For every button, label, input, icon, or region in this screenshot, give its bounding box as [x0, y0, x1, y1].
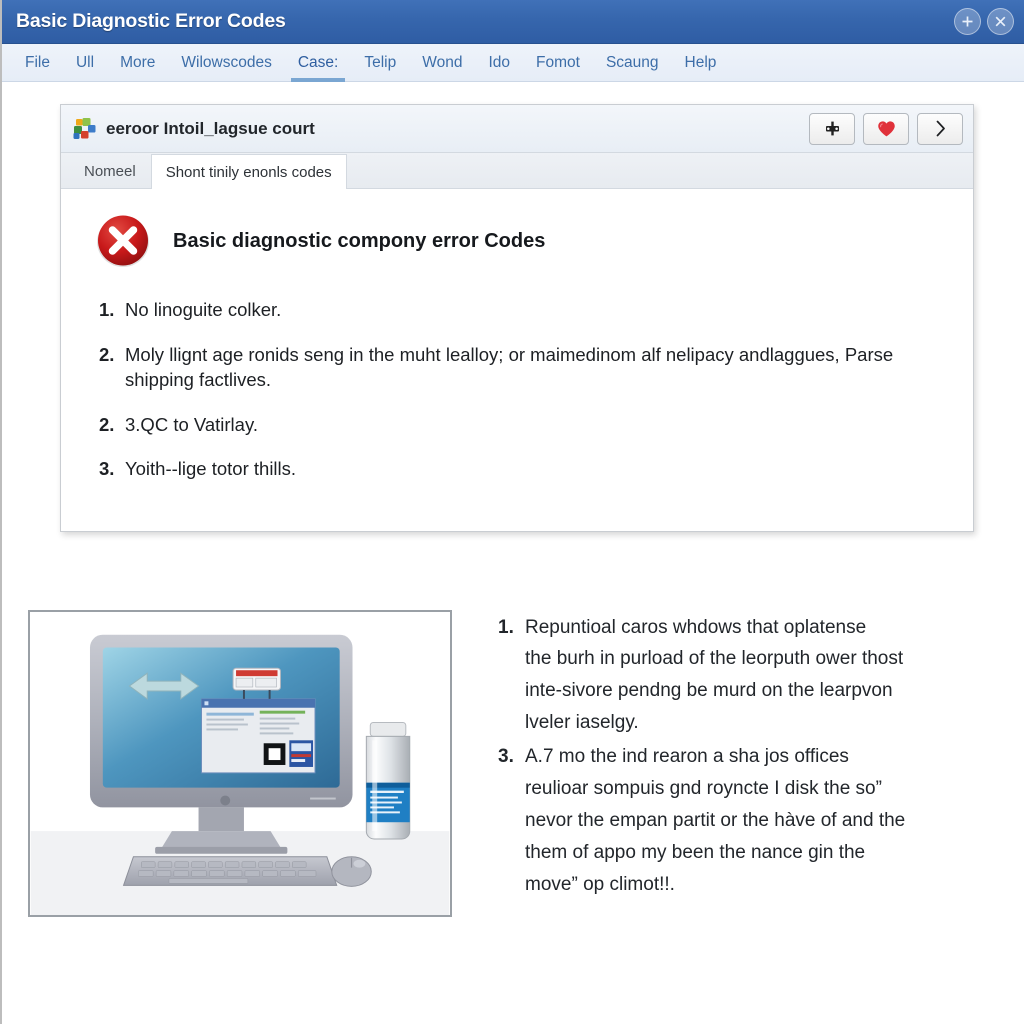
application-window: Basic Diagnostic Error Codes File Ull Mo… [0, 0, 1024, 1024]
list-item-text: 3.QC to Vatirlay. [125, 413, 258, 435]
list-item: 3. A.7 mo the ind rearon a sha jos offic… [498, 741, 974, 901]
list-item-number: 1. [498, 616, 514, 638]
window-title: Basic Diagnostic Error Codes [16, 10, 286, 32]
menu-item-ido[interactable]: Ido [475, 44, 523, 81]
settings-button[interactable] [809, 112, 855, 145]
supplement-bottle [365, 721, 411, 840]
list-item-number: 2. [99, 343, 115, 365]
gear-icon [825, 121, 839, 136]
panel-actions [809, 112, 963, 145]
chevron-right-icon [936, 120, 945, 137]
text-line: inte-sivore pendng be murd on the learpv… [525, 680, 893, 702]
list-item: 3. Yoith--lige totor thills. [99, 456, 945, 482]
text-line: them of appo my been the nance gin the [525, 841, 866, 863]
window-titlebar: Basic Diagnostic Error Codes [2, 0, 1024, 44]
tab-nomeel[interactable]: Nomeel [69, 153, 151, 188]
illustration-graphic [30, 611, 450, 915]
menu-item-case[interactable]: Case: [285, 44, 352, 82]
text-line: lveler iaselgy. [525, 712, 639, 734]
close-button[interactable] [987, 8, 1014, 35]
panel-tabstrip: Nomeel Shont tinily enonls codes [61, 153, 973, 189]
text-line: move” op climot!!. [525, 873, 675, 895]
list-item-text: Yoith--lige totor thills. [125, 458, 297, 480]
menu-item-telip[interactable]: Telip [351, 44, 409, 81]
list-item: 1. Repuntioal caros whdows that oplatens… [498, 612, 974, 740]
content-area: eeroor Intoil_lagsue court Nomeel Shont … [2, 82, 1024, 1024]
puzzle-pieces-icon [73, 117, 96, 139]
error-circle-x-icon [97, 215, 149, 267]
menu-item-ull[interactable]: Ull [63, 44, 107, 81]
list-item-number: 3. [99, 458, 115, 480]
error-list: 1. No linoguite colker. 2. Moly llignt a… [93, 297, 945, 482]
text-line: Repuntioal caros whdows that oplatense [525, 616, 867, 638]
menu-item-fomot[interactable]: Fomot [523, 44, 593, 81]
window-controls [954, 8, 1014, 35]
panel-body: Basic diagnostic compony error Codes 1. … [61, 189, 973, 531]
tab-shont-tinily-enonls-codes[interactable]: Shont tinily enonls codes [150, 154, 347, 189]
heart-icon [877, 120, 895, 136]
lower-text-block: 1. Repuntioal caros whdows that oplatens… [452, 610, 974, 917]
text-line: reulioar sompuis gnd royncte I disk the … [525, 778, 882, 800]
list-item-number: 2. [99, 413, 115, 435]
menu-item-file[interactable]: File [12, 44, 63, 81]
list-item-text: A.7 mo the ind rearon a sha jos offices … [525, 741, 974, 901]
menu-item-help[interactable]: Help [672, 44, 730, 81]
list-item-number: 3. [498, 746, 514, 768]
error-title: Basic diagnostic compony error Codes [173, 229, 546, 252]
panel-header: eeroor Intoil_lagsue court [61, 105, 973, 153]
text-line: nevor the empan partit or the hàve of an… [525, 810, 906, 832]
computer-monitor-illustration [28, 609, 452, 917]
menu-item-wond[interactable]: Wond [409, 44, 475, 81]
text-line: the burh in purload of the leorputh ower… [525, 648, 904, 670]
plus-button[interactable] [954, 8, 981, 35]
next-button[interactable] [917, 112, 963, 145]
plus-icon [962, 16, 973, 27]
favorite-button[interactable] [863, 112, 909, 145]
text-line: A.7 mo the ind rearon a sha jos offices [525, 746, 849, 768]
list-item-text: Repuntioal caros whdows that oplatense t… [525, 612, 974, 740]
list-item-text: No linoguite colker. [125, 299, 282, 320]
error-codes-panel: eeroor Intoil_lagsue court Nomeel Shont … [60, 104, 974, 532]
list-item-text: Moly llignt age ronids seng in the muht … [125, 343, 894, 391]
list-item: 1. No linoguite colker. [99, 297, 945, 323]
list-item: 2. 3.QC to Vatirlay. [99, 412, 945, 438]
menu-item-wilowscodes[interactable]: Wilowscodes [168, 44, 284, 81]
lower-list: 1. Repuntioal caros whdows that oplatens… [498, 612, 974, 901]
menubar: File Ull More Wilowscodes Case: Telip Wo… [2, 44, 1024, 82]
panel-title: eeroor Intoil_lagsue court [106, 118, 315, 138]
lower-section: 1. Repuntioal caros whdows that oplatens… [28, 609, 974, 917]
list-item-number: 1. [99, 299, 115, 320]
menu-item-more[interactable]: More [107, 44, 168, 81]
list-item: 2. Moly llignt age ronids seng in the mu… [99, 342, 945, 393]
error-heading: Basic diagnostic compony error Codes [93, 211, 945, 271]
menu-item-scaung[interactable]: Scaung [593, 44, 672, 81]
close-icon [995, 16, 1006, 27]
